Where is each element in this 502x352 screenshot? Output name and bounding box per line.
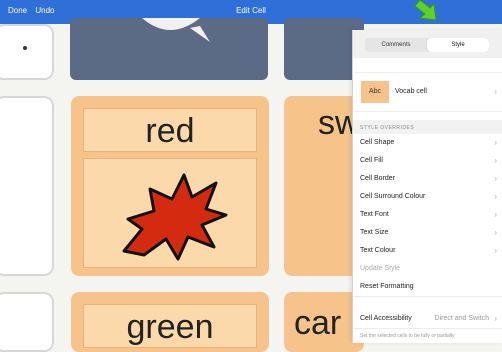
footer-note: Set the selected cells to be fully or pa… bbox=[360, 333, 455, 339]
row-cell-surround-colour[interactable]: Cell Surround Colour › bbox=[353, 188, 502, 207]
row-value: Direct and Switch bbox=[434, 315, 489, 322]
style-preview-row[interactable]: Abc Vocab cell › bbox=[353, 72, 502, 112]
speech-bubble-icon bbox=[142, 18, 210, 42]
row-text-font[interactable]: Text Font › bbox=[353, 206, 502, 225]
cell-label: green bbox=[83, 304, 257, 348]
row-cell-shape[interactable]: Cell Shape › bbox=[353, 134, 502, 153]
row-label: Cell Border bbox=[360, 175, 396, 182]
chevron-right-icon: › bbox=[494, 174, 497, 183]
chevron-right-icon: › bbox=[494, 210, 497, 219]
cell-red[interactable]: red bbox=[71, 96, 269, 276]
cell-image bbox=[83, 158, 257, 268]
row-label: Update Style bbox=[360, 265, 401, 272]
chevron-right-icon: › bbox=[494, 314, 497, 323]
chevron-right-icon: › bbox=[494, 87, 497, 96]
cell-green[interactable]: green bbox=[71, 292, 269, 352]
row-label: Cell Surround Colour bbox=[360, 193, 426, 200]
row-reset-formatting[interactable]: Reset Formatting bbox=[353, 278, 502, 297]
row-text-colour[interactable]: Text Colour › bbox=[353, 242, 502, 261]
cell-label: red bbox=[83, 108, 257, 152]
row-label: Cell Fill bbox=[360, 157, 383, 164]
tab-style[interactable]: Style bbox=[427, 38, 489, 52]
cell-bottom-left[interactable] bbox=[0, 292, 54, 352]
chevron-right-icon: › bbox=[494, 138, 497, 147]
chevron-right-icon: › bbox=[494, 228, 497, 237]
section-header: STYLE OVERRIDES bbox=[353, 120, 502, 134]
row-label: Reset Formatting bbox=[360, 283, 414, 290]
tab-comments[interactable]: Comments bbox=[365, 38, 427, 52]
row-text-size[interactable]: Text Size › bbox=[353, 224, 502, 243]
cell-speech[interactable] bbox=[70, 18, 268, 80]
dot-icon bbox=[23, 46, 27, 50]
edit-cell-panel: Comments Style Abc Vocab cell › STYLE OV… bbox=[352, 30, 502, 343]
cell-mid-left[interactable] bbox=[0, 96, 54, 276]
red-splat-icon bbox=[122, 173, 228, 261]
row-label: Text Font bbox=[360, 211, 389, 218]
segmented-control: Comments Style bbox=[365, 38, 489, 52]
row-cell-accessibility[interactable]: Cell Accessibility Direct and Switch › bbox=[353, 310, 502, 329]
row-update-style[interactable]: Update Style bbox=[353, 260, 502, 279]
section-title: STYLE OVERRIDES bbox=[360, 125, 415, 131]
panel-header: Comments Style bbox=[353, 30, 502, 58]
row-label: Cell Accessibility bbox=[360, 315, 412, 322]
arrow-down-icon bbox=[414, 0, 437, 21]
chevron-right-icon: › bbox=[494, 246, 497, 255]
cell-top-left[interactable] bbox=[0, 24, 54, 80]
row-label: Cell Shape bbox=[360, 139, 395, 146]
row-cell-fill[interactable]: Cell Fill › bbox=[353, 152, 502, 171]
style-swatch: Abc bbox=[361, 81, 389, 103]
cell-label: car bbox=[294, 304, 342, 342]
row-label: Text Size bbox=[360, 229, 389, 236]
row-label: Text Colour bbox=[360, 247, 396, 254]
chevron-right-icon: › bbox=[494, 192, 497, 201]
chevron-right-icon: › bbox=[494, 156, 497, 165]
row-cell-border[interactable]: Cell Border › bbox=[353, 170, 502, 189]
style-name: Vocab cell bbox=[395, 88, 427, 95]
